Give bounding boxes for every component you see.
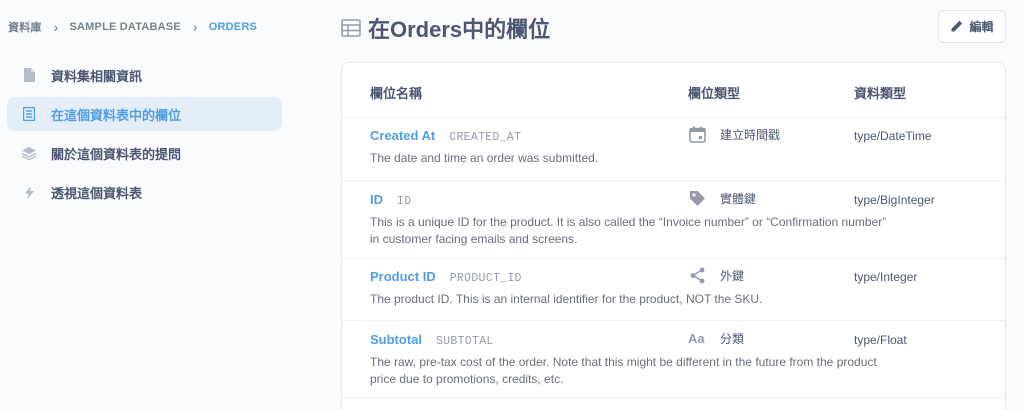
breadcrumb: 資料庫 › SAMPLE DATABASE › ORDERS	[8, 19, 257, 35]
document-icon	[22, 68, 36, 82]
calendar-icon	[688, 125, 706, 143]
tag-icon	[688, 189, 706, 207]
field-semantic-type: 實體鍵	[688, 189, 756, 207]
breadcrumb-orders: ORDERS	[208, 21, 257, 33]
fields-table: 欄位名稱 欄位類型 資料類型 Created At CREATED_AT 建立時間…	[341, 62, 1006, 410]
share-icon	[688, 266, 706, 284]
semantic-type-label: 實體鍵	[720, 191, 757, 206]
table-row[interactable]: Product ID PRODUCT_ID 外鍵 type/Integer The…	[342, 258, 1005, 320]
field-name[interactable]: Subtotal SUBTOTAL	[370, 332, 494, 348]
sidebar-item-label: 資料集相關資訊	[51, 68, 143, 84]
field-data-type: type/DateTime	[854, 129, 932, 143]
page-header: 在Orders中的欄位	[341, 12, 550, 44]
page-title: 在Orders中的欄位	[368, 17, 551, 42]
sidebar-item-questions[interactable]: 關於這個資料表的提問	[7, 136, 282, 170]
sidebar-item-label: 透視這個資料表	[51, 185, 143, 201]
field-semantic-type: 建立時間戳	[688, 125, 780, 143]
description-line: in customer facing emails and screens.	[370, 232, 578, 246]
semantic-type-label: 外鍵	[720, 268, 745, 283]
field-db-name: PRODUCT_ID	[449, 272, 522, 285]
breadcrumb-sample-database[interactable]: SAMPLE DATABASE	[69, 21, 180, 33]
field-semantic-type: 外鍵	[688, 266, 744, 284]
field-description: The raw, pre-tax cost of the order. Note…	[370, 354, 930, 388]
field-data-type: type/Integer	[854, 270, 918, 284]
field-display-name: Created At	[370, 128, 436, 143]
table-icon	[341, 18, 361, 38]
semantic-type-label: 建立時間戳	[720, 127, 781, 142]
field-description: The date and time an order was submitted…	[370, 151, 599, 165]
sidebar: 資料集相關資訊 在這個資料表中的欄位 關於這個資料表的提問 透視這個資料表	[7, 58, 282, 214]
field-db-name: ID	[397, 195, 412, 208]
field-display-name: Subtotal	[370, 332, 422, 347]
bolt-icon	[22, 185, 36, 199]
field-db-name: SUBTOTAL	[436, 335, 494, 348]
breadcrumb-databases[interactable]: 資料庫	[8, 19, 42, 35]
svg-text:Aa: Aa	[688, 331, 705, 345]
field-data-type: type/BigInteger	[854, 193, 935, 207]
description-line: price due to promotions, credits, etc.	[370, 372, 564, 386]
breadcrumb-separator-icon: ›	[53, 18, 59, 35]
field-description: This is a unique ID for the product. It …	[370, 214, 930, 248]
field-data-type: type/Float	[854, 333, 907, 347]
sidebar-item-label: 在這個資料表中的欄位	[51, 107, 182, 123]
sidebar-item-xray[interactable]: 透視這個資料表	[7, 175, 282, 209]
field-semantic-type: Aa 分類	[688, 329, 744, 347]
edit-button-label: 編輯	[969, 20, 994, 34]
field-display-name: ID	[370, 192, 383, 207]
pencil-icon	[951, 20, 963, 32]
field-description: The product ID. This is an internal iden…	[370, 292, 763, 306]
sidebar-item-label: 關於這個資料表的提問	[51, 146, 182, 162]
layers-icon	[22, 146, 36, 160]
sidebar-item-dataset-info[interactable]: 資料集相關資訊	[7, 58, 282, 92]
breadcrumb-separator-icon: ›	[192, 18, 198, 35]
table-row[interactable]: Subtotal SUBTOTAL Aa 分類 type/Float The ra…	[342, 320, 1005, 398]
field-db-name: CREATED_AT	[449, 131, 522, 144]
column-header-data-type: 資料類型	[854, 86, 907, 101]
description-line: The raw, pre-tax cost of the order. Note…	[370, 355, 877, 369]
table-row[interactable]: Created At CREATED_AT 建立時間戳 type/DateTime…	[342, 117, 1005, 181]
column-header-field-type: 欄位類型	[688, 86, 741, 101]
field-display-name: Product ID	[370, 269, 436, 284]
text-aa-icon: Aa	[688, 329, 706, 347]
description-line: This is a unique ID for the product. It …	[370, 215, 887, 229]
field-name[interactable]: Created At CREATED_AT	[370, 128, 521, 144]
field-list-icon	[22, 107, 36, 121]
sidebar-item-fields[interactable]: 在這個資料表中的欄位	[7, 97, 282, 131]
column-header-field-name: 欄位名稱	[370, 86, 423, 101]
table-row[interactable]	[342, 398, 1005, 410]
edit-button[interactable]: 編輯	[938, 10, 1006, 43]
semantic-type-label: 分類	[720, 331, 745, 346]
field-name[interactable]: ID ID	[370, 192, 411, 208]
table-row[interactable]: ID ID 實體鍵 type/BigInteger This is a uniqu…	[342, 180, 1005, 258]
field-name[interactable]: Product ID PRODUCT_ID	[370, 269, 522, 285]
